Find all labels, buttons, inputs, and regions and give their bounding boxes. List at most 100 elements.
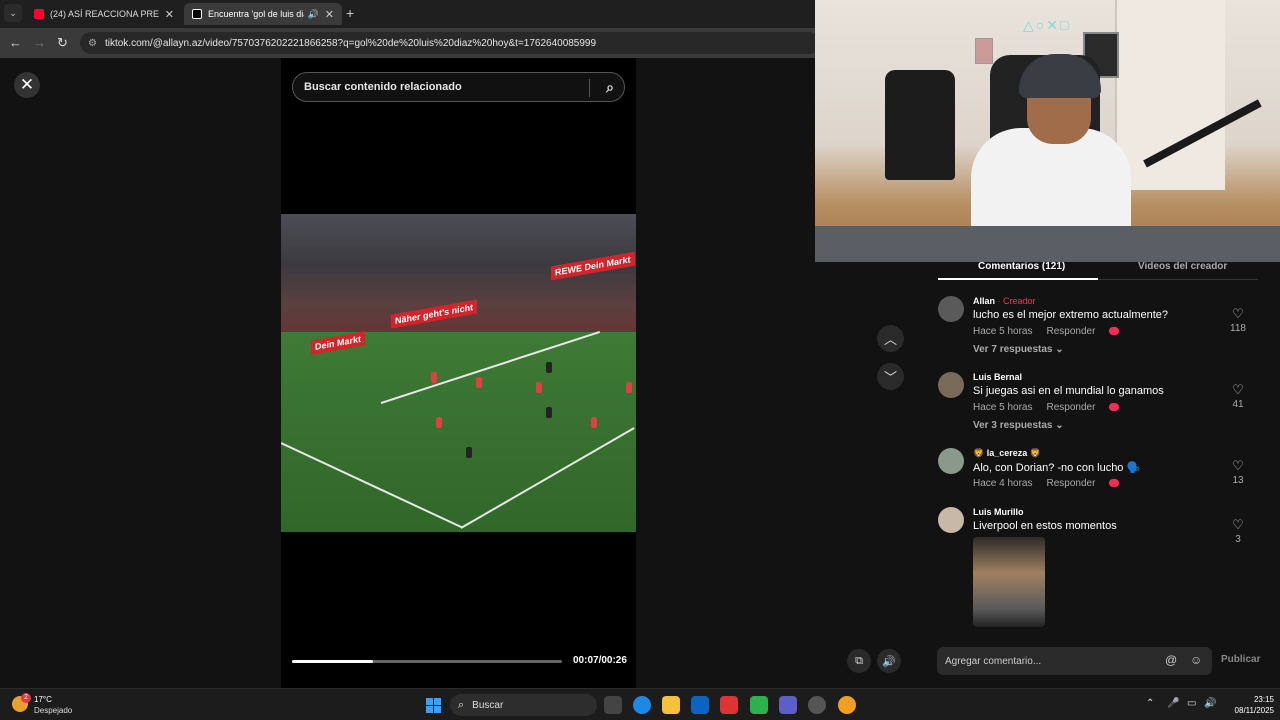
avatar[interactable] <box>938 372 964 398</box>
comments-panel: Comentarios (121) Videos del creador All… <box>918 258 1280 688</box>
person-body <box>971 128 1131 238</box>
close-tab-icon[interactable]: ✕ <box>165 8 174 21</box>
taskbar-search-label: Buscar <box>472 699 504 711</box>
volume-icon[interactable]: 🔊 <box>1204 698 1216 709</box>
player <box>536 382 542 393</box>
heart-icon[interactable]: ♡ <box>1226 458 1250 474</box>
door <box>1115 0 1225 190</box>
comment-user[interactable]: 🦁 la_cereza 🦁 <box>973 448 1041 459</box>
back-icon[interactable]: ← <box>9 35 22 50</box>
player <box>436 417 442 428</box>
view-replies-button[interactable]: Ver 7 respuestas ⌄ <box>973 344 1064 355</box>
address-bar[interactable]: ⚙ tiktok.com/@allayn.az/video/7570376202… <box>80 32 820 54</box>
like-count: 118 <box>1230 323 1246 334</box>
like-group[interactable]: ♡ 41 <box>1226 382 1250 410</box>
player <box>431 372 437 383</box>
tiktok-icon <box>192 9 202 19</box>
clock-date: 08/11/2025 <box>1234 706 1274 715</box>
new-tab-button[interactable]: + <box>346 5 354 21</box>
reply-button[interactable]: Responder <box>1046 326 1095 337</box>
search-icon: ⌕ <box>458 698 465 711</box>
office-chair <box>885 70 955 180</box>
video-player[interactable]: Buscar contenido relacionado ⌕ REWE Dein… <box>281 58 636 688</box>
avatar[interactable] <box>938 507 964 533</box>
comment-meta: Hace 5 horas Responder <box>973 326 1133 337</box>
tab-comments[interactable]: Comentarios (121) <box>978 261 1065 272</box>
notification-badge: 2 <box>21 693 31 703</box>
add-comment-input[interactable]: Agregar comentario... @ ☺ <box>937 647 1212 675</box>
heart-icon[interactable]: ♡ <box>1226 517 1250 533</box>
player <box>591 417 597 428</box>
weather-temp[interactable]: 17°C <box>34 695 52 704</box>
add-comment-placeholder: Agregar comentario... <box>945 655 1042 667</box>
chevron-up-icon[interactable]: ⌃ <box>1146 698 1154 709</box>
comment-image[interactable] <box>973 537 1045 627</box>
comment-text: Si juegas asi en el mundial lo ganamos <box>973 385 1164 397</box>
player <box>546 362 552 373</box>
close-tab-icon[interactable]: ✕ <box>325 8 334 21</box>
publish-button[interactable]: Publicar <box>1221 654 1260 665</box>
previous-video-button[interactable]: ︿ <box>877 325 904 352</box>
teams-icon[interactable] <box>779 696 797 714</box>
next-video-button[interactable]: ﹀ <box>877 363 904 390</box>
playstation-logo: △○✕□ <box>1023 17 1071 33</box>
comment-time: Hace 4 horas <box>973 478 1033 489</box>
tab-search-icon[interactable]: ⌄ <box>4 4 22 22</box>
site-info-icon[interactable]: ⚙ <box>88 38 97 49</box>
url-text: tiktok.com/@allayn.az/video/757037620222… <box>104 37 597 49</box>
windows-start-icon[interactable] <box>426 698 441 713</box>
whatsapp-icon[interactable] <box>750 696 768 714</box>
emoji-icon[interactable]: ☺ <box>1190 653 1202 667</box>
like-group[interactable]: ♡ 3 <box>1226 517 1250 545</box>
forward-icon[interactable]: → <box>33 35 46 50</box>
tab-creator-videos[interactable]: Videos del creador <box>1138 261 1227 272</box>
task-view-icon[interactable] <box>604 696 622 714</box>
comment-user[interactable]: Luis Bernal <box>973 372 1022 382</box>
search-icon[interactable]: ⌕ <box>606 79 614 96</box>
tab-youtube[interactable]: (24) ASÍ REACCIONA PRENSA I ✕ <box>26 3 182 25</box>
close-video-button[interactable]: ✕ <box>14 72 40 98</box>
related-search-input[interactable]: Buscar contenido relacionado ⌕ <box>292 72 625 102</box>
creator-like-icon <box>1109 479 1120 488</box>
outlook-icon[interactable] <box>691 696 709 714</box>
heart-icon[interactable]: ♡ <box>1226 382 1250 398</box>
mic-icon[interactable]: 🎤 <box>1167 698 1179 709</box>
football-pitch <box>281 330 636 532</box>
divider <box>589 79 590 97</box>
mention-icon[interactable]: @ <box>1165 653 1177 667</box>
like-count: 41 <box>1232 399 1244 410</box>
view-replies-button[interactable]: Ver 3 respuestas ⌄ <box>973 420 1064 431</box>
app-icon[interactable] <box>808 696 826 714</box>
volume-icon[interactable]: 🔊 <box>877 649 901 673</box>
creator-like-icon <box>1109 403 1120 412</box>
comment-user[interactable]: Allan · Creador <box>973 296 1036 306</box>
pitch-line <box>460 427 635 529</box>
weather-desc[interactable]: Despejado <box>34 706 72 715</box>
seek-progress <box>292 660 373 663</box>
heart-icon[interactable]: ♡ <box>1226 306 1250 322</box>
taskbar-search[interactable]: ⌕ Buscar <box>450 694 597 716</box>
webcam-overlay: △○✕□ <box>815 0 1280 262</box>
network-icon[interactable]: ▭ <box>1187 698 1196 709</box>
chrome-icon[interactable] <box>838 696 856 714</box>
reply-button[interactable]: Responder <box>1046 402 1095 413</box>
like-group[interactable]: ♡ 118 <box>1226 306 1250 334</box>
comment-user[interactable]: Luis Murillo <box>973 507 1024 517</box>
avatar[interactable] <box>938 296 964 322</box>
pip-icon[interactable]: ⧉ <box>847 649 871 673</box>
app-icon[interactable] <box>720 696 738 714</box>
file-explorer-icon[interactable] <box>662 696 680 714</box>
video-frame: REWE Dein Markt Näher geht's nicht Dein … <box>281 214 636 532</box>
comment-time: Hace 5 horas <box>973 402 1033 413</box>
avatar[interactable] <box>938 448 964 474</box>
reply-button[interactable]: Responder <box>1046 478 1095 489</box>
reload-icon[interactable]: ↻ <box>57 35 68 51</box>
speaker-icon[interactable]: 🔊 <box>308 9 319 20</box>
tab-tiktok[interactable]: Encuentra 'gol de luis diaz 🔊 ✕ <box>184 3 342 25</box>
like-group[interactable]: ♡ 13 <box>1226 458 1250 486</box>
wall-poster <box>975 38 993 64</box>
player <box>476 377 482 388</box>
system-clock[interactable]: 23:15 08/11/2025 <box>1222 694 1274 716</box>
seek-bar[interactable] <box>292 660 562 663</box>
edge-icon[interactable] <box>633 696 651 714</box>
